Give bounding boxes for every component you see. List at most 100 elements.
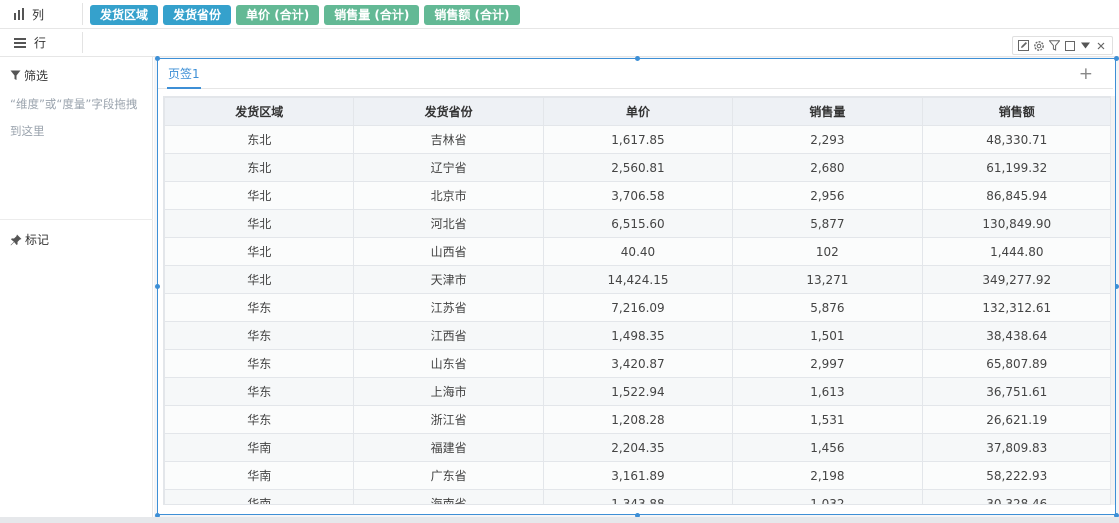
filter-icon[interactable] [1049,40,1061,52]
table-row[interactable]: 东北 吉林省 1,617.85 2,293 48,330.71 [164,125,1110,154]
resize-handle[interactable] [1114,56,1119,61]
bottom-scroll-strip [0,517,1119,523]
header-sales-qty[interactable]: 销售量 [732,97,923,126]
cell-sales-amount: 37,809.83 [921,433,1110,462]
rows-label-text: 行 [34,36,47,50]
table-row[interactable]: 华东 江苏省 7,216.09 5,876 132,312.61 [164,293,1110,322]
cell-ship-region: 华东 [164,293,355,322]
table-row[interactable]: 华北 山西省 40.40 102 1,444.80 [164,237,1110,266]
divider [0,219,153,220]
cell-sales-qty: 13,271 [732,265,923,294]
columns-label-text: 列 [32,7,45,22]
cell-sales-qty: 1,032 [732,489,923,504]
table-row[interactable]: 华东 山东省 3,420.87 2,997 65,807.89 [164,349,1110,378]
cell-unit-price: 2,560.81 [542,153,734,182]
cell-ship-province: 上海市 [353,377,544,406]
vertical-scrollbar[interactable] [1111,96,1115,505]
resize-handle[interactable] [155,284,160,289]
cell-sales-qty: 1,531 [732,405,923,434]
cell-ship-province: 天津市 [353,265,544,294]
cell-sales-amount: 1,444.80 [921,237,1110,266]
dropdown-icon[interactable] [1080,40,1092,52]
table-row[interactable]: 华东 浙江省 1,208.28 1,531 26,621.19 [164,405,1110,434]
filter-drop-hint[interactable]: “维度”或“度量”字段拖拽到这里 [10,91,140,145]
cell-unit-price: 7,216.09 [542,293,734,322]
cell-sales-amount: 36,751.61 [921,377,1110,406]
cell-sales-qty: 2,956 [732,181,923,210]
cell-ship-province: 海南省 [353,489,544,504]
pill-unit-price-sum[interactable]: 单价 (合计) [236,5,320,25]
cell-ship-province: 广东省 [353,461,544,490]
rows-shelf-label: 行 [14,29,46,56]
table-row[interactable]: 华东 江西省 1,498.35 1,501 38,438.64 [164,321,1110,350]
table-row[interactable]: 华南 海南省 1,343.88 1,032 30,328.46 [164,489,1110,504]
maximize-icon[interactable] [1064,40,1076,52]
header-unit-price[interactable]: 单价 [542,97,734,126]
table-row[interactable]: 华北 天津市 14,424.15 13,271 349,277.92 [164,265,1110,294]
cell-sales-amount: 349,277.92 [921,265,1110,294]
cell-ship-region: 华北 [164,181,355,210]
tab-page1[interactable]: 页签1 [167,66,201,89]
rows-shelf[interactable]: 行 [0,29,1119,57]
cell-ship-province: 山东省 [353,349,544,378]
cell-sales-qty: 2,680 [732,153,923,182]
cell-unit-price: 14,424.15 [542,265,734,294]
gear-icon[interactable] [1033,40,1045,52]
add-tab-button[interactable]: + [1079,64,1093,84]
cell-ship-region: 华北 [164,209,355,238]
table-row[interactable]: 东北 辽宁省 2,560.81 2,680 61,199.32 [164,153,1110,182]
cell-unit-price: 1,343.88 [542,489,734,504]
cell-ship-region: 华南 [164,461,355,490]
column-bars-icon [14,8,24,20]
pill-sales-qty-sum[interactable]: 销售量 (合计) [324,5,420,25]
cell-unit-price: 1,522.94 [542,377,734,406]
cell-sales-amount: 65,807.89 [921,349,1110,378]
cell-sales-amount: 86,845.94 [921,181,1110,210]
pill-ship-region[interactable]: 发货区域 [90,5,159,25]
cell-sales-amount: 38,438.64 [921,321,1110,350]
cell-unit-price: 3,420.87 [542,349,734,378]
table-row[interactable]: 华北 河北省 6,515.60 5,877 130,849.90 [164,209,1110,238]
cell-sales-amount: 48,330.71 [921,125,1110,154]
cell-sales-amount: 58,222.93 [921,461,1110,490]
cell-sales-amount: 26,621.19 [921,405,1110,434]
pill-list: 发货区域 发货省份 单价 (合计) 销售量 (合计) 销售额 (合计) [90,5,520,25]
cell-ship-province: 北京市 [353,181,544,210]
cell-ship-province: 辽宁省 [353,153,544,182]
cell-unit-price: 1,617.85 [542,125,734,154]
cell-ship-region: 华南 [164,433,355,462]
cell-ship-region: 华东 [164,377,355,406]
cell-unit-price: 40.40 [542,237,734,266]
cell-sales-qty: 1,456 [732,433,923,462]
table-row[interactable]: 华东 上海市 1,522.94 1,613 36,751.61 [164,377,1110,406]
pill-ship-province[interactable]: 发货省份 [163,5,232,25]
table-row[interactable]: 华南 福建省 2,204.35 1,456 37,809.83 [164,433,1110,462]
close-icon[interactable] [1095,40,1107,52]
mark-title-text: 标记 [25,233,50,247]
pill-sales-amount-sum[interactable]: 销售额 (合计) [424,5,520,25]
cell-unit-price: 3,161.89 [542,461,734,490]
edit-icon[interactable] [1018,40,1030,52]
table-row[interactable]: 华北 北京市 3,706.58 2,956 86,845.94 [164,181,1110,210]
cell-ship-region: 华东 [164,405,355,434]
table-row[interactable]: 华南 广东省 3,161.89 2,198 58,222.93 [164,461,1110,490]
cell-sales-qty: 102 [732,237,923,266]
header-sales-amount[interactable]: 销售额 [921,97,1110,126]
cell-sales-amount: 30,328.46 [921,489,1110,504]
data-table-container[interactable]: 发货区域 发货省份 单价 销售量 销售额 东北 吉林省 1,617.85 2,293 4… [163,96,1111,505]
cell-ship-region: 华北 [164,265,355,294]
divider [82,32,83,53]
cell-ship-region: 东北 [164,153,355,182]
cell-ship-region: 东北 [164,125,355,154]
cell-ship-region: 华北 [164,237,355,266]
filter-section-title: 筛选 [10,67,48,84]
filter-title-text: 筛选 [24,69,49,83]
cell-sales-qty: 1,501 [732,321,923,350]
columns-shelf-label: 列 [14,0,44,28]
header-ship-region[interactable]: 发货区域 [164,97,355,126]
cell-sales-qty: 1,613 [732,377,923,406]
header-ship-province[interactable]: 发货省份 [353,97,544,126]
cell-sales-qty: 5,876 [732,293,923,322]
columns-shelf[interactable]: 列 发货区域 发货省份 单价 (合计) 销售量 (合计) 销售额 (合计) [0,0,1119,29]
widget-toolbar [1012,36,1113,55]
